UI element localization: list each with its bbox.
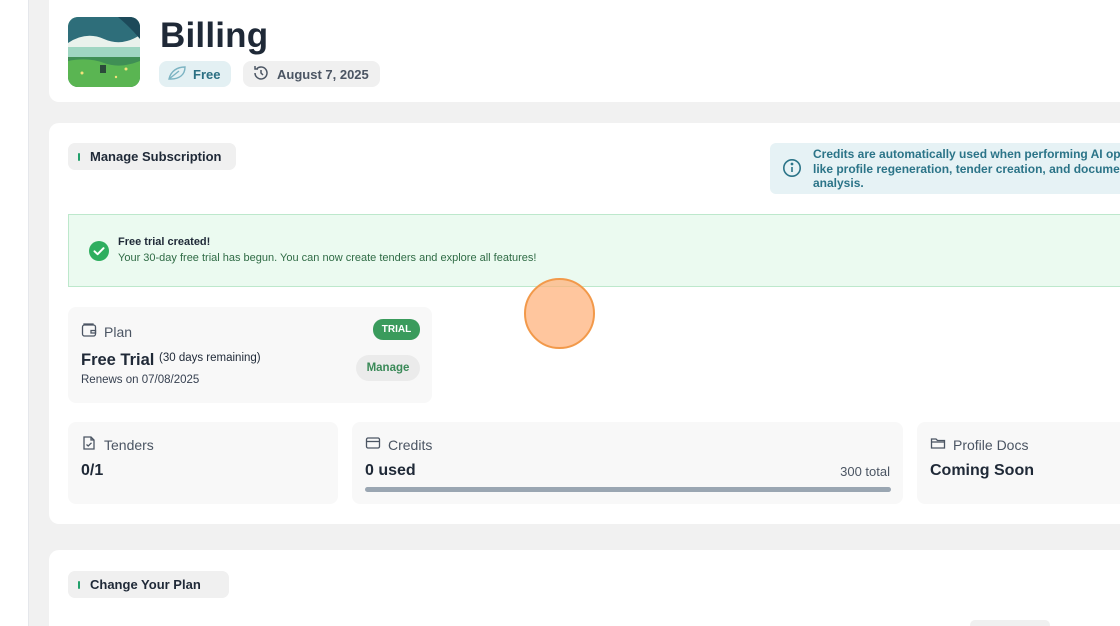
file-check-icon [81, 435, 97, 454]
trial-success-alert: Free trial created! Your 30-day free tri… [68, 214, 1120, 287]
profile-docs-stat: Profile Docs Coming Soon [917, 422, 1120, 504]
sidebar [0, 0, 29, 626]
info-line: like profile regeneration, tender creati… [813, 161, 1120, 176]
credits-info-box: Credits are automatically used when perf… [770, 143, 1120, 194]
tenders-label-row: Tenders [81, 435, 154, 454]
docs-label: Profile Docs [953, 436, 1029, 453]
docs-label-row: Profile Docs [930, 435, 1028, 454]
plan-panel: Plan TRIAL Free Trial (30 days remaining… [68, 307, 432, 403]
page-title: Billing [160, 16, 269, 55]
tenders-stat: Tenders 0/1 [68, 422, 338, 504]
alert-message: Your 30-day free trial has begun. You ca… [118, 252, 537, 264]
plan-chip-label: Free [193, 66, 221, 82]
credits-label: Credits [388, 436, 433, 453]
page-header: Billing Free August 7, 2025 [49, 0, 1120, 102]
plan-name: Free Trial [81, 351, 155, 369]
credits-value: 0 used [365, 462, 416, 479]
alert-title: Free trial created! [118, 236, 211, 248]
trial-badge: TRIAL [373, 319, 420, 340]
docs-value: Coming Soon [930, 462, 1034, 479]
plan-label-row: Plan [81, 322, 132, 341]
heading-accent [78, 580, 80, 589]
credits-progress-bar [365, 487, 891, 492]
renewal-date: Renews on 07/08/2025 [81, 374, 200, 386]
heading-accent [78, 152, 80, 161]
tenders-value: 0/1 [81, 462, 104, 479]
manage-subscription-heading: Manage Subscription [68, 143, 236, 170]
plan-label: Plan [104, 323, 133, 340]
cursor-click-indicator [524, 278, 595, 349]
workspace-avatar [68, 17, 140, 87]
heading-label: Manage Subscription [90, 149, 222, 164]
info-line: Credits are automatically used when perf… [813, 147, 1120, 161]
billing-period-toggle[interactable] [970, 620, 1050, 626]
credits-info-text: Credits are automatically used when perf… [813, 147, 1120, 191]
manage-plan-button[interactable]: Manage [356, 355, 420, 381]
heading-label: Change Your Plan [90, 577, 201, 592]
credits-total: 300 total [840, 464, 890, 479]
plan-remaining: (30 days remaining) [159, 352, 261, 364]
wallet-icon [81, 322, 97, 341]
history-clock-icon [252, 64, 270, 85]
change-plan-card: Change Your Plan [49, 550, 1120, 626]
credits-stat: Credits 0 used 300 total [352, 422, 903, 504]
change-plan-heading: Change Your Plan [68, 571, 229, 598]
card-icon [365, 435, 381, 454]
date-chip: August 7, 2025 [243, 61, 380, 87]
tenders-label: Tenders [104, 436, 154, 453]
leaf-icon [167, 65, 187, 84]
plan-chip: Free [159, 61, 231, 87]
folder-icon [930, 435, 946, 454]
date-label: August 7, 2025 [277, 66, 369, 82]
credits-label-row: Credits [365, 435, 432, 454]
check-circle-icon [89, 241, 109, 266]
info-icon [782, 158, 802, 183]
info-line: analysis. [813, 176, 864, 190]
